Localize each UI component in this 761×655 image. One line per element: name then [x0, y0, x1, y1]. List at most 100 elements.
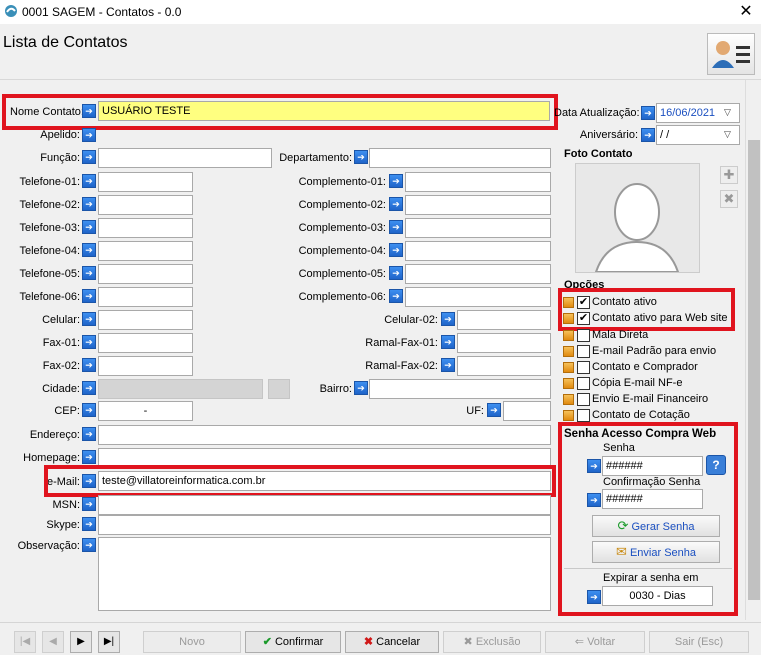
complemento-06-input[interactable] — [405, 287, 551, 307]
help-icon[interactable]: ? — [706, 455, 726, 475]
gerar-senha-button[interactable]: ⟳ Gerar Senha — [592, 515, 720, 537]
cidade-arrow-icon[interactable] — [82, 381, 96, 395]
fax-01-input[interactable] — [98, 333, 193, 353]
homepage-arrow-icon[interactable] — [82, 450, 96, 464]
contact-photo[interactable] — [575, 163, 700, 273]
confirmacao-senha-input[interactable]: ###### — [602, 489, 703, 509]
departamento-arrow-icon[interactable] — [354, 150, 368, 164]
uf-input[interactable] — [503, 401, 551, 421]
data-atualizacao-arrow-icon[interactable] — [641, 106, 655, 120]
ramal-fax-02-arrow-icon[interactable] — [441, 358, 455, 372]
complemento-03-arrow-icon[interactable] — [389, 220, 403, 234]
sair-button[interactable]: Sair (Esc) — [649, 631, 749, 653]
add-photo-icon[interactable]: ✚ — [720, 166, 738, 184]
telefone-06-arrow-icon[interactable] — [82, 289, 96, 303]
exclusao-button[interactable]: ✖ Exclusão — [443, 631, 541, 653]
complemento-04-arrow-icon[interactable] — [389, 243, 403, 257]
data-atualizacao-chevron-icon[interactable]: ▽ — [724, 107, 731, 118]
novo-label: Novo — [179, 636, 205, 648]
complemento-03-input[interactable] — [405, 218, 551, 238]
endereco-input[interactable] — [98, 425, 551, 445]
telefone-01-input[interactable] — [98, 172, 193, 192]
ramal-fax-01-arrow-icon[interactable] — [441, 335, 455, 349]
email-padrao-checkbox[interactable] — [577, 345, 590, 358]
telefone-04-input[interactable] — [98, 241, 193, 261]
skype-arrow-icon[interactable] — [82, 517, 96, 531]
bairro-input[interactable] — [369, 379, 551, 399]
observacao-textarea[interactable] — [98, 537, 551, 611]
contato-comprador-checkbox[interactable] — [577, 361, 590, 374]
telefone-03-input[interactable] — [98, 218, 193, 238]
msn-arrow-icon[interactable] — [82, 497, 96, 511]
complemento-02-arrow-icon[interactable] — [389, 197, 403, 211]
aniversario-label: Aniversário: — [579, 129, 638, 141]
departamento-input[interactable] — [369, 148, 551, 168]
bairro-arrow-icon[interactable] — [354, 381, 368, 395]
telefone-02-input[interactable] — [98, 195, 193, 215]
aniversario-arrow-icon[interactable] — [641, 128, 655, 142]
endereco-arrow-icon[interactable] — [82, 427, 96, 441]
expirar-arrow-icon[interactable] — [587, 590, 601, 604]
telefone-02-arrow-icon[interactable] — [82, 197, 96, 211]
expirar-senha-input[interactable]: 0030 - Dias — [602, 586, 713, 606]
celular-02-input[interactable] — [457, 310, 551, 330]
telefone-01-arrow-icon[interactable] — [82, 174, 96, 188]
uf-arrow-icon[interactable] — [487, 403, 501, 417]
complemento-04-input[interactable] — [405, 241, 551, 261]
ramal-fax-02-input[interactable] — [457, 356, 551, 376]
last-record-button[interactable]: ▶| — [98, 631, 120, 653]
aniversario-chevron-icon[interactable]: ▽ — [724, 129, 731, 140]
telefone-05-input[interactable] — [98, 264, 193, 284]
cep-input[interactable]: - — [98, 401, 193, 421]
complemento-05-input[interactable] — [405, 264, 551, 284]
confirmacao-arrow-icon[interactable] — [587, 493, 601, 507]
cep-arrow-icon[interactable] — [82, 403, 96, 417]
envio-email-financeiro-checkbox[interactable] — [577, 393, 590, 406]
apelido-arrow-icon[interactable] — [82, 128, 96, 142]
user-list-icon[interactable] — [707, 33, 755, 75]
copia-email-nfe-checkbox[interactable] — [577, 377, 590, 390]
funcao-arrow-icon[interactable] — [82, 150, 96, 164]
contato-cotacao-checkbox[interactable] — [577, 409, 590, 422]
confirmar-button[interactable]: ✔ Confirmar — [245, 631, 341, 653]
complemento-06-arrow-icon[interactable] — [389, 289, 403, 303]
complemento-01-arrow-icon[interactable] — [389, 174, 403, 188]
senha-arrow-icon[interactable] — [587, 459, 601, 473]
enviar-senha-button[interactable]: ✉ Enviar Senha — [592, 541, 720, 563]
celular-arrow-icon[interactable] — [82, 312, 96, 326]
fax-02-input[interactable] — [98, 356, 193, 376]
option-arrow-icon — [563, 394, 574, 405]
complemento-02-input[interactable] — [405, 195, 551, 215]
celular-02-arrow-icon[interactable] — [441, 312, 455, 326]
telefone-03-arrow-icon[interactable] — [82, 220, 96, 234]
observacao-arrow-icon[interactable] — [82, 538, 96, 552]
skype-input[interactable] — [98, 515, 551, 535]
scrollbar-thumb[interactable] — [748, 140, 760, 600]
fax-02-arrow-icon[interactable] — [82, 358, 96, 372]
back-icon: ⇐ — [574, 636, 584, 648]
envelope-icon: ✉ — [615, 544, 627, 559]
complemento-05-arrow-icon[interactable] — [389, 266, 403, 280]
cancelar-button[interactable]: ✖ Cancelar — [345, 631, 439, 653]
ramal-fax-01-input[interactable] — [457, 333, 551, 353]
msn-input[interactable] — [98, 495, 551, 515]
complemento-01-input[interactable] — [405, 172, 551, 192]
next-record-button[interactable]: ▶ — [70, 631, 92, 653]
ramal-fax-02-label: Ramal-Fax-02: — [365, 360, 438, 372]
close-button[interactable]: ✕ — [734, 1, 758, 23]
first-record-button[interactable]: |◀ — [14, 631, 36, 653]
telefone-06-label: Telefone-06: — [19, 291, 80, 303]
telefone-04-arrow-icon[interactable] — [82, 243, 96, 257]
voltar-button[interactable]: ⇐ Voltar — [545, 631, 645, 653]
senha-input[interactable]: ###### — [602, 456, 703, 476]
fax-01-arrow-icon[interactable] — [82, 335, 96, 349]
vertical-scrollbar[interactable] — [745, 80, 761, 620]
telefone-05-arrow-icon[interactable] — [82, 266, 96, 280]
funcao-input[interactable] — [98, 148, 272, 168]
mala-direta-checkbox[interactable] — [577, 329, 590, 342]
celular-input[interactable] — [98, 310, 193, 330]
novo-button[interactable]: Novo — [143, 631, 241, 653]
telefone-06-input[interactable] — [98, 287, 193, 307]
remove-photo-icon[interactable]: ✖ — [720, 190, 738, 208]
previous-record-button[interactable]: ◀ — [42, 631, 64, 653]
